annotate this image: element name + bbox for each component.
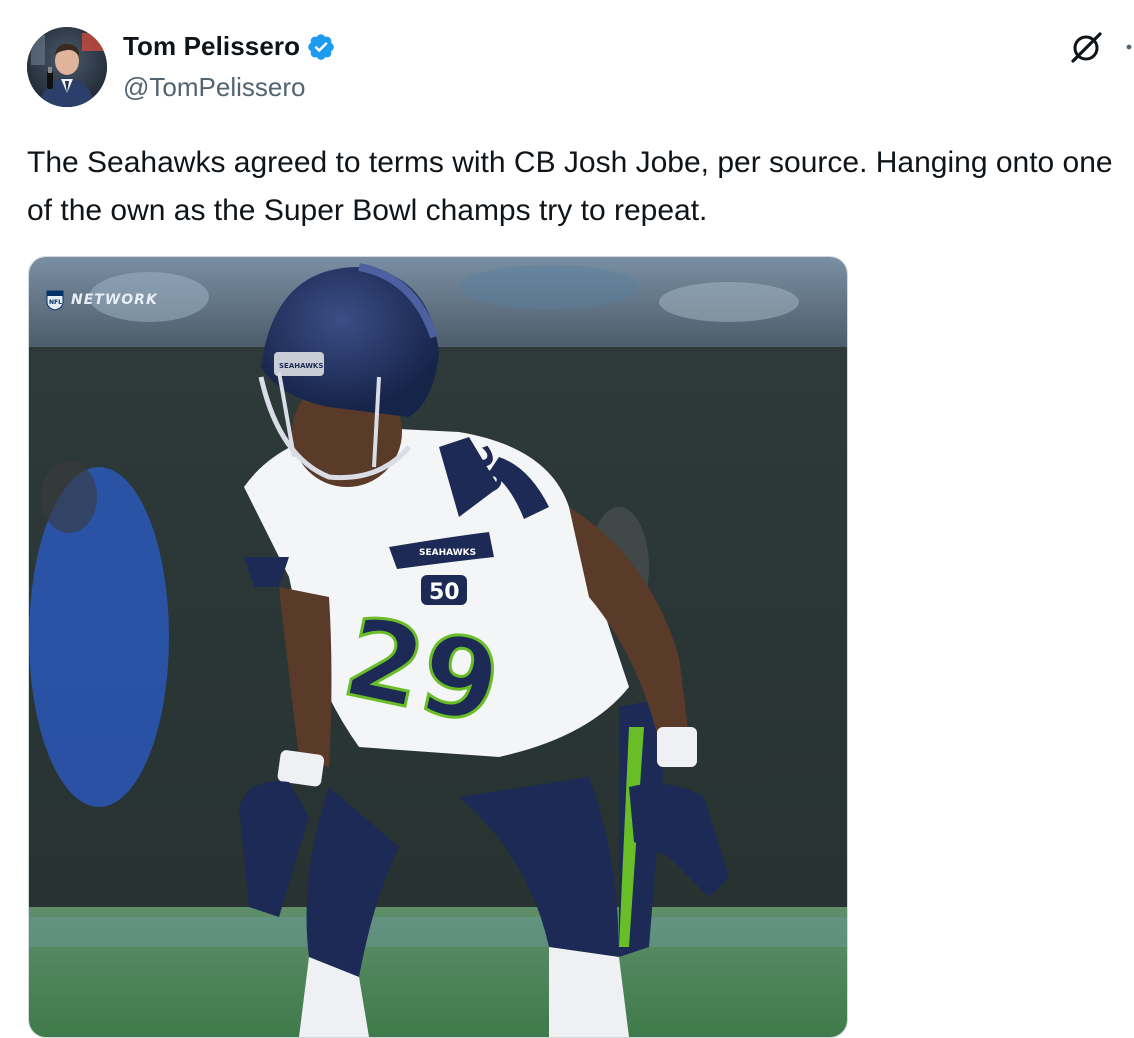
author-avatar[interactable] [27, 27, 107, 107]
tweet-text: The Seahawks agreed to terms with CB Jos… [27, 146, 1121, 227]
nfl-shield-icon: NFL [46, 290, 64, 311]
verified-badge-icon [308, 33, 334, 60]
grok-icon[interactable] [1064, 26, 1108, 70]
svg-text:50: 50 [429, 580, 460, 605]
watermark-text: NETWORK [71, 292, 158, 308]
svg-text:NFL: NFL [49, 299, 62, 306]
author-name[interactable]: Tom Pelissero [123, 31, 300, 62]
nfl-network-watermark: NFL NETWORK [45, 289, 158, 311]
more-icon[interactable] [1122, 40, 1134, 54]
author-handle[interactable]: @TomPelissero [123, 72, 305, 103]
svg-text:SEAHAWKS: SEAHAWKS [419, 548, 476, 558]
svg-text:SEAHAWKS: SEAHAWKS [279, 362, 323, 370]
tweet-media-photo[interactable]: SEAHAWKS 29 29 50 SEAHAWKS NFL NETWORK [28, 256, 848, 1038]
